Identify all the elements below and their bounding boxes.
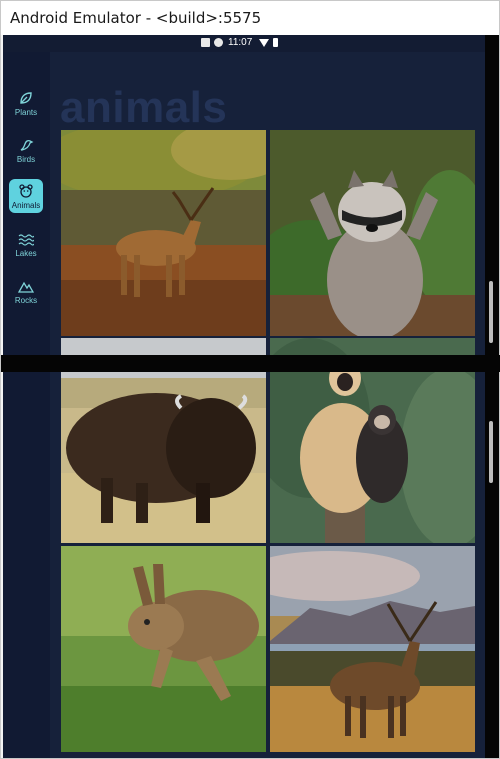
deer-photo — [61, 130, 266, 336]
page-title: animals — [60, 83, 228, 132]
gallery-image-hare[interactable] — [61, 546, 266, 752]
android-icon — [214, 38, 223, 47]
nav-label-lakes: Lakes — [15, 248, 37, 258]
nav-item-rocks[interactable]: Rocks — [9, 274, 43, 308]
window-title: Android Emulator - <build>:5575 — [10, 9, 262, 27]
nav-item-plants[interactable]: Plants — [9, 86, 43, 120]
bird-icon — [20, 139, 34, 151]
device-hinge — [1, 355, 500, 372]
device-screen: 11:07 Plants Birds Animals Lakes Rocks a… — [3, 35, 485, 758]
nav-item-lakes[interactable]: Lakes — [9, 227, 43, 261]
nav-label-birds: Birds — [16, 154, 36, 164]
gallery-image-deer[interactable] — [61, 130, 266, 336]
bear-face-icon — [19, 183, 33, 198]
wifi-icon — [259, 38, 270, 47]
nav-item-animals[interactable]: Animals — [9, 179, 43, 213]
status-bar: 11:07 — [3, 35, 485, 52]
emulator-window: Android Emulator - <build>:5575 11:07 Pl… — [0, 0, 500, 759]
waves-icon — [18, 233, 34, 246]
scrollbar-bottom[interactable] — [489, 421, 493, 483]
gallery-image-stag-highlands[interactable] — [270, 546, 475, 752]
nav-label-plants: Plants — [14, 107, 38, 117]
notification-icon — [201, 38, 210, 47]
window-titlebar[interactable]: Android Emulator - <build>:5575 — [1, 1, 499, 35]
hare-photo — [61, 546, 266, 752]
navigation-rail: Plants Birds Animals Lakes Rocks — [3, 52, 50, 758]
emulator-bezel — [485, 35, 499, 758]
nav-label-rocks: Rocks — [14, 295, 38, 305]
leaf-icon — [20, 91, 32, 104]
battery-icon — [273, 38, 279, 47]
stag-highlands-photo — [270, 546, 475, 752]
status-time: 11:07 — [228, 37, 253, 48]
gallery-image-raccoon[interactable] — [270, 130, 475, 336]
nav-item-birds[interactable]: Birds — [9, 133, 43, 167]
scrollbar-top[interactable] — [489, 281, 493, 343]
raccoon-photo — [270, 130, 475, 336]
content-area: animals — [50, 52, 485, 758]
nav-label-animals: Animals — [11, 200, 41, 210]
mountain-icon — [18, 281, 34, 293]
